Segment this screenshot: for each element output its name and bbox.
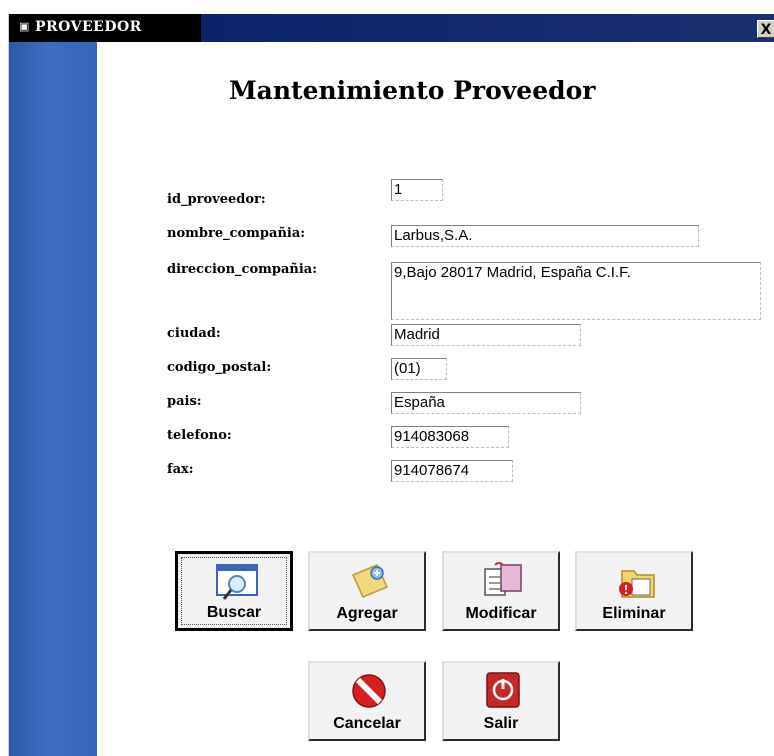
- proveedor-window: ▣ PROVEEDOR X Mantenimiento Proveedor id…: [8, 14, 774, 756]
- buscar-button[interactable]: Buscar: [175, 551, 293, 631]
- label-pais: pais:: [167, 394, 202, 409]
- sidebar-decoration: [9, 42, 97, 756]
- edit-documents-icon: [484, 562, 522, 596]
- form-title: Mantenimiento Proveedor: [229, 76, 596, 105]
- label-codigo-postal: codigo_postal:: [167, 360, 272, 375]
- agregar-label: Agregar: [336, 605, 398, 622]
- cancelar-button[interactable]: Cancelar: [308, 661, 426, 741]
- eliminar-button[interactable]: Eliminar: [575, 551, 693, 631]
- title-bar[interactable]: ▣ PROVEEDOR X: [9, 14, 774, 42]
- ciudad-field[interactable]: Madrid: [391, 324, 581, 346]
- close-button[interactable]: X: [757, 20, 774, 38]
- label-nombre-compania: nombre_compañia:: [167, 226, 306, 241]
- label-fax: fax:: [167, 462, 194, 477]
- agregar-button[interactable]: Agregar: [308, 551, 426, 631]
- window-icon: ▣: [19, 21, 30, 33]
- buscar-label: Buscar: [206, 604, 262, 621]
- codigo-postal-field[interactable]: (01): [391, 358, 447, 380]
- modificar-button[interactable]: Modificar: [442, 551, 560, 631]
- search-window-icon: [216, 564, 258, 600]
- salir-button[interactable]: Salir: [442, 661, 560, 741]
- label-direccion-compania: direccion_compañia:: [167, 262, 318, 277]
- cancelar-label: Cancelar: [333, 715, 401, 732]
- direccion-compania-field[interactable]: 9,Bajo 28017 Madrid, España C.I.F.: [391, 262, 761, 320]
- modificar-label: Modificar: [465, 605, 537, 622]
- telefono-field[interactable]: 914083068: [391, 426, 509, 448]
- nombre-compania-field[interactable]: Larbus,S.A.: [391, 225, 699, 247]
- label-telefono: telefono:: [167, 428, 232, 443]
- add-document-icon: [351, 564, 389, 598]
- fax-field[interactable]: 914078674: [391, 460, 513, 482]
- salir-label: Salir: [483, 715, 519, 732]
- id-proveedor-field[interactable]: 1: [391, 179, 443, 201]
- delete-folder-icon: [619, 570, 655, 598]
- eliminar-label: Eliminar: [602, 605, 666, 622]
- label-ciudad: ciudad:: [167, 326, 221, 341]
- cancel-icon: [352, 674, 386, 708]
- label-id-proveedor: id_proveedor:: [167, 192, 266, 207]
- pais-field[interactable]: España: [391, 392, 581, 414]
- window-title: PROVEEDOR: [35, 19, 142, 35]
- power-exit-icon: [486, 672, 520, 708]
